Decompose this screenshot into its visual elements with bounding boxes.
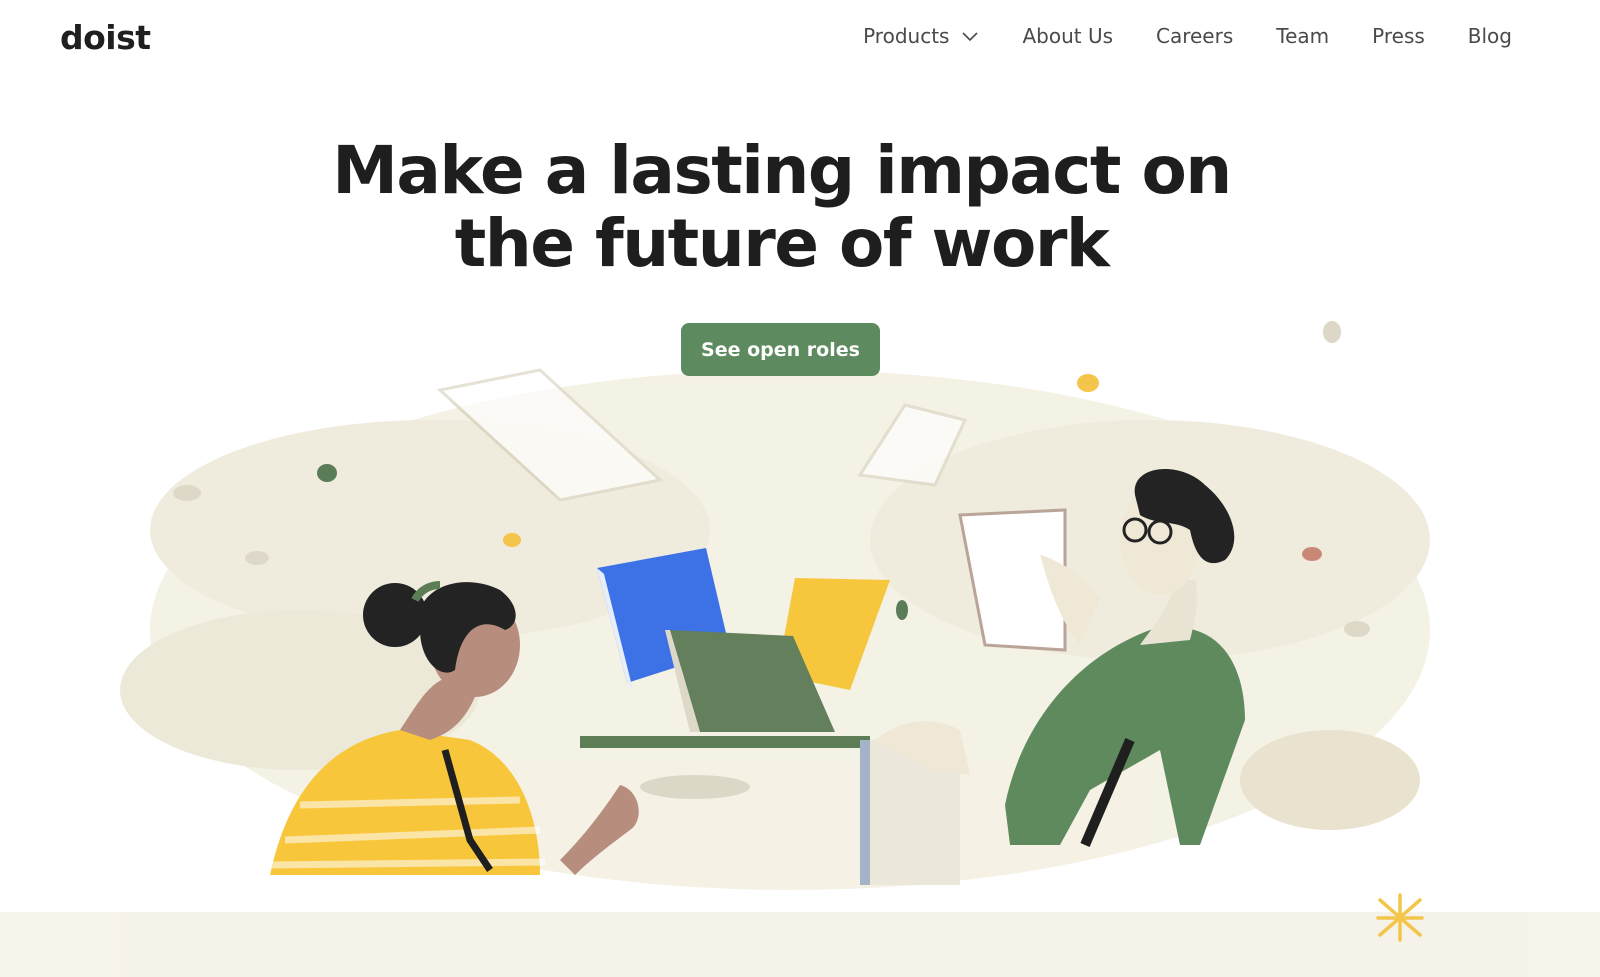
nav-item-press[interactable]: Press: [1372, 24, 1425, 48]
confetti-dot: [1077, 374, 1099, 392]
nav-item-label: Products: [863, 24, 950, 48]
main-nav: Products About Us Careers Team Press Blo…: [863, 24, 1512, 48]
hero-headline-line-1: Make a lasting impact on: [332, 132, 1232, 209]
nav-item-label: Blog: [1467, 24, 1512, 48]
hero-headline: Make a lasting impact on the future of w…: [0, 134, 1563, 280]
confetti-dot: [1323, 321, 1341, 343]
nav-item-label: About Us: [1022, 24, 1113, 48]
confetti-dot: [1344, 621, 1370, 637]
hero-headline-line-2: the future of work: [454, 205, 1110, 282]
nav-item-label: Team: [1276, 24, 1330, 48]
confetti-dot: [896, 600, 908, 620]
nav-item-products[interactable]: Products: [863, 24, 979, 48]
top-navigation-bar: doist Products About Us Careers Team Pre…: [0, 0, 1600, 80]
hero-illustration: [0, 321, 1600, 977]
nav-item-blog[interactable]: Blog: [1468, 24, 1512, 48]
confetti-dot: [317, 464, 337, 482]
nav-item-team[interactable]: Team: [1276, 24, 1329, 48]
chevron-down-icon: [962, 32, 979, 42]
confetti-dot: [1302, 547, 1322, 561]
sparkle-icon: [1376, 893, 1424, 942]
doist-logo[interactable]: doist: [60, 18, 151, 57]
nav-item-label: Careers: [1156, 24, 1234, 48]
see-open-roles-button[interactable]: See open roles: [681, 323, 880, 376]
nav-item-label: Press: [1372, 24, 1425, 48]
confetti-dot: [245, 551, 269, 565]
nav-item-about-us[interactable]: About Us: [1022, 24, 1113, 48]
confetti-dot: [173, 485, 201, 501]
nav-item-careers[interactable]: Careers: [1156, 24, 1233, 48]
confetti-dot: [503, 533, 521, 547]
